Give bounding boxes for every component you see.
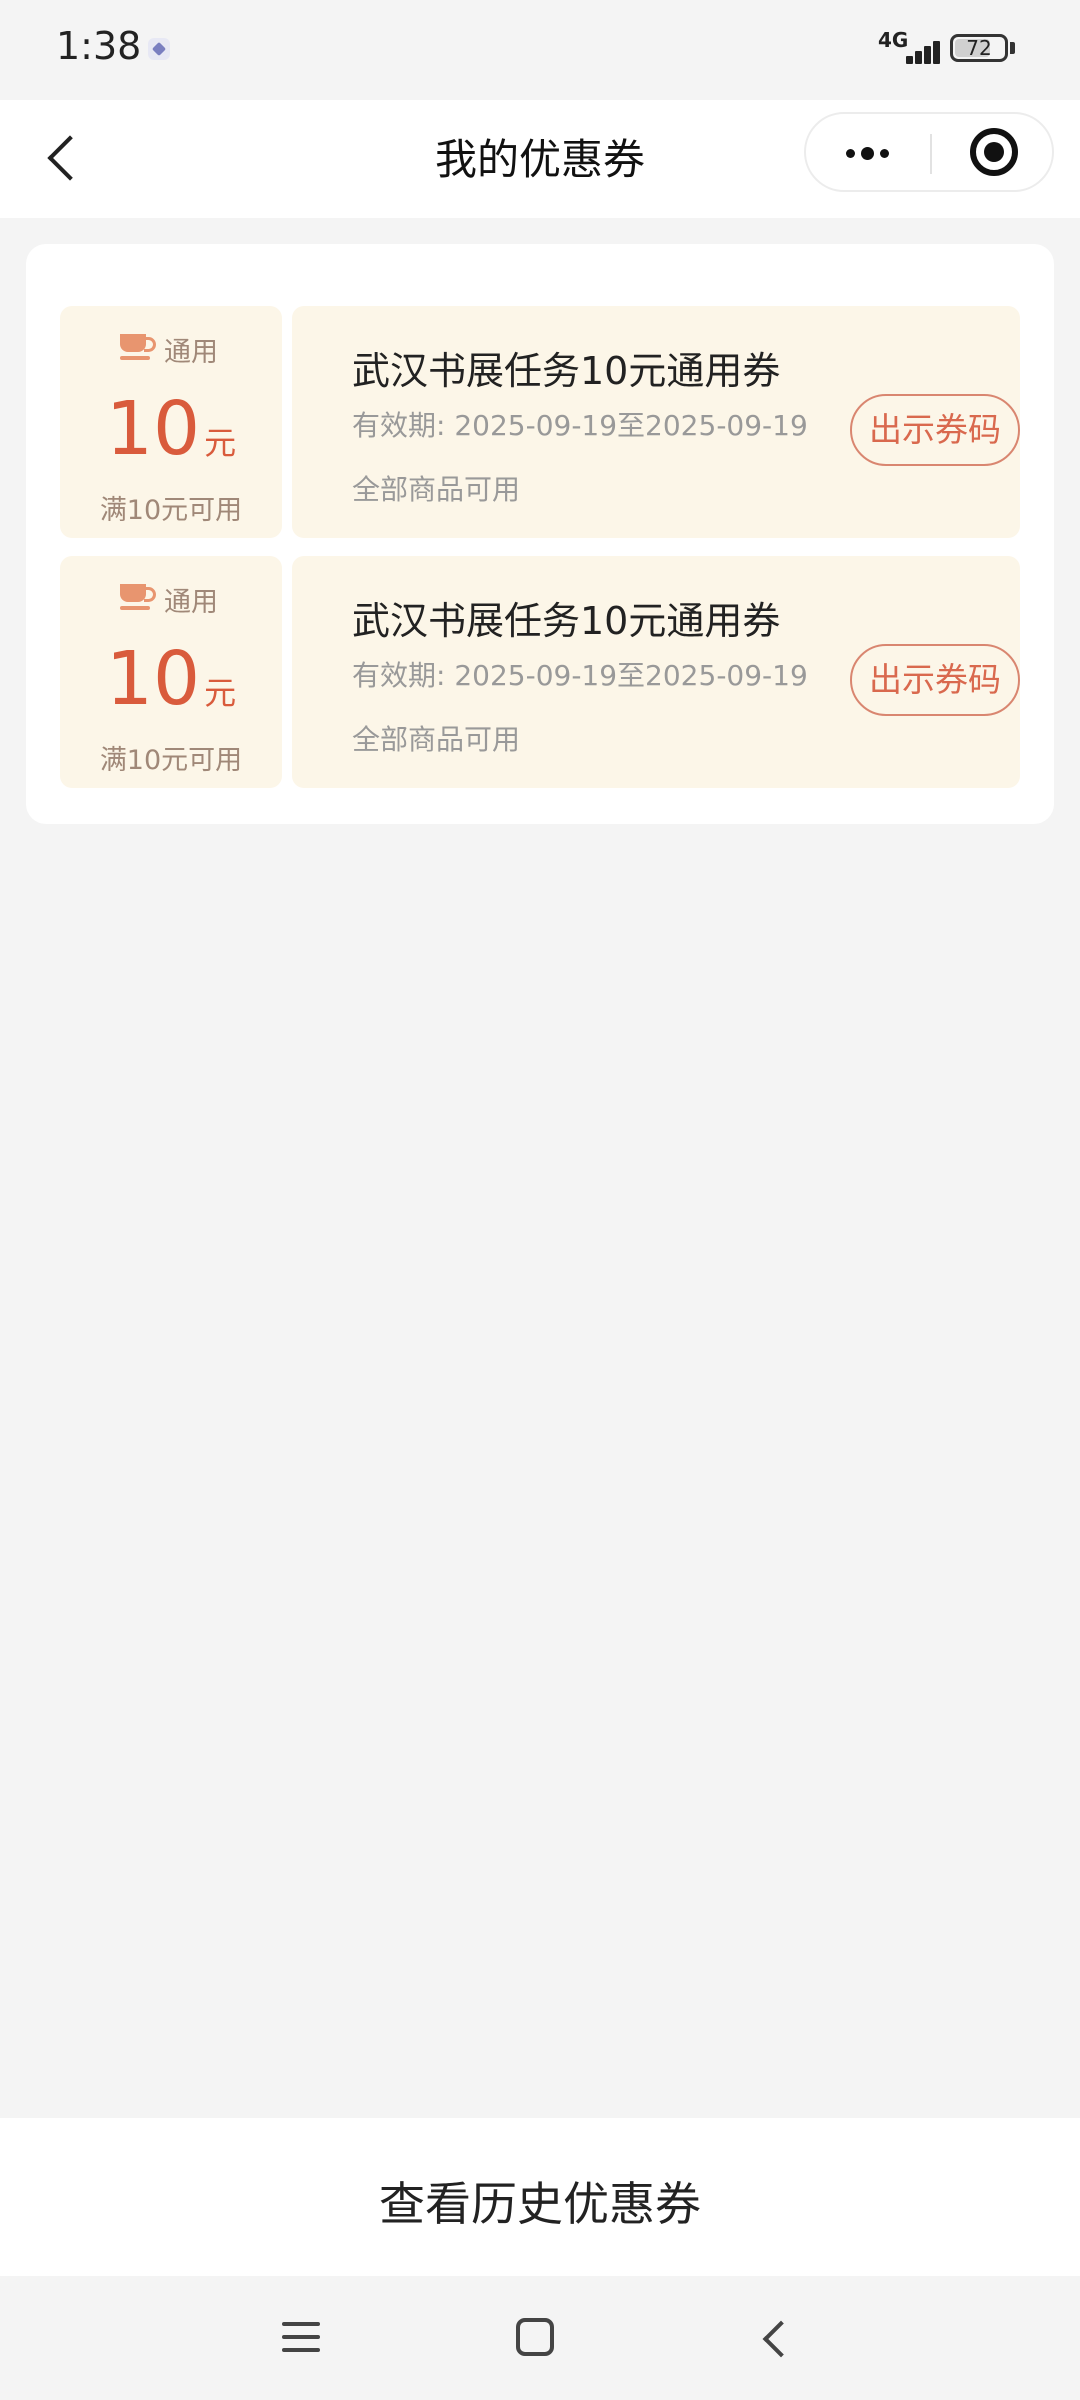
app-notification-icon bbox=[148, 38, 170, 60]
cup-icon bbox=[120, 334, 156, 362]
coupon-amount-number: 10 bbox=[105, 386, 201, 472]
history-bar: 查看历史优惠券 bbox=[0, 2118, 1080, 2276]
coupon-amount: 10 元 bbox=[60, 636, 282, 722]
coupon-list: 通用 10 元 满10元可用 武汉书展任务10元通用券 有效期: 2025-09-… bbox=[26, 244, 1054, 824]
capsule-divider bbox=[930, 134, 932, 174]
cup-icon bbox=[120, 584, 156, 612]
coupon-amount-unit: 元 bbox=[204, 424, 237, 462]
mini-program-capsule bbox=[804, 112, 1054, 192]
coupon-perforation bbox=[286, 316, 289, 528]
coupon-notch bbox=[279, 530, 295, 546]
coupon-type-label: 通用 bbox=[164, 337, 218, 368]
signal-icon bbox=[880, 34, 940, 64]
coupon-perforation bbox=[286, 566, 289, 778]
back-icon[interactable] bbox=[756, 2320, 792, 2356]
menu-icon[interactable] bbox=[282, 2320, 320, 2354]
coupon-validity: 有效期: 2025-09-19至2025-09-19 bbox=[352, 409, 808, 442]
status-bar: 1:38 4G 72 bbox=[0, 0, 1080, 100]
show-code-button[interactable]: 出示券码 bbox=[850, 394, 1020, 466]
coupon-amount-unit: 元 bbox=[204, 674, 237, 712]
coupon-notch bbox=[279, 780, 295, 796]
coupon-value-section: 通用 10 元 满10元可用 bbox=[60, 306, 282, 538]
coupon-card[interactable]: 通用 10 元 满10元可用 武汉书展任务10元通用券 有效期: 2025-09-… bbox=[60, 298, 1020, 546]
close-target-icon[interactable] bbox=[970, 128, 1018, 176]
coupon-validity: 有效期: 2025-09-19至2025-09-19 bbox=[352, 659, 808, 692]
coupon-scope: 全部商品可用 bbox=[352, 723, 521, 756]
more-dots-icon[interactable] bbox=[834, 114, 904, 190]
status-time: 1:38 bbox=[56, 24, 142, 68]
coupon-title: 武汉书展任务10元通用券 bbox=[352, 599, 781, 643]
coupon-card[interactable]: 通用 10 元 满10元可用 武汉书展任务10元通用券 有效期: 2025-09-… bbox=[60, 548, 1020, 796]
coupon-title: 武汉书展任务10元通用券 bbox=[352, 349, 781, 393]
system-nav-bar bbox=[0, 2276, 1080, 2400]
nav-bar: 我的优惠券 bbox=[0, 100, 1080, 218]
coupon-value-section: 通用 10 元 满10元可用 bbox=[60, 556, 282, 788]
home-icon[interactable] bbox=[516, 2318, 554, 2356]
coupon-threshold: 满10元可用 bbox=[99, 745, 243, 776]
battery-tip bbox=[1010, 42, 1015, 54]
coupon-amount: 10 元 bbox=[60, 386, 282, 472]
view-history-coupons-button[interactable]: 查看历史优惠券 bbox=[0, 2168, 1080, 2234]
coupon-threshold: 满10元可用 bbox=[99, 495, 243, 526]
coupon-amount-number: 10 bbox=[105, 636, 201, 722]
coupon-type-label: 通用 bbox=[164, 587, 218, 618]
battery-text: 72 bbox=[966, 36, 992, 60]
battery-icon: 72 bbox=[950, 34, 1008, 62]
show-code-button[interactable]: 出示券码 bbox=[850, 644, 1020, 716]
coupon-scope: 全部商品可用 bbox=[352, 473, 521, 506]
